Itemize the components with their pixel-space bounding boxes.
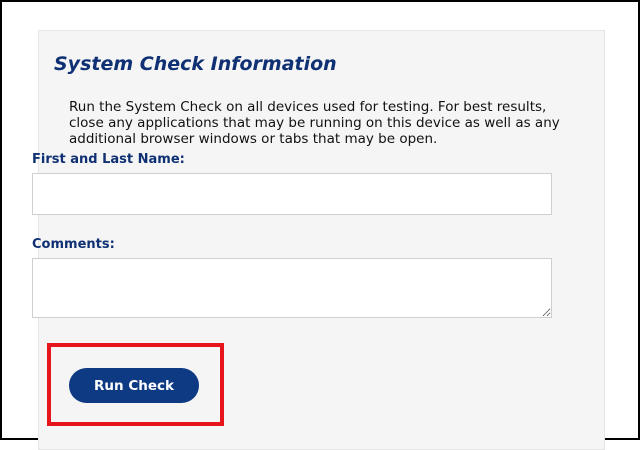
run-check-button[interactable]: Run Check xyxy=(69,368,199,403)
comments-label: Comments: xyxy=(32,237,115,252)
panel-title: System Check Information xyxy=(54,53,337,75)
name-label: First and Last Name: xyxy=(32,152,185,167)
page-frame: System Check Information Run the System … xyxy=(0,0,640,450)
name-input[interactable] xyxy=(32,173,552,215)
comments-textarea[interactable] xyxy=(32,258,552,318)
panel-description: Run the System Check on all devices used… xyxy=(69,99,560,147)
